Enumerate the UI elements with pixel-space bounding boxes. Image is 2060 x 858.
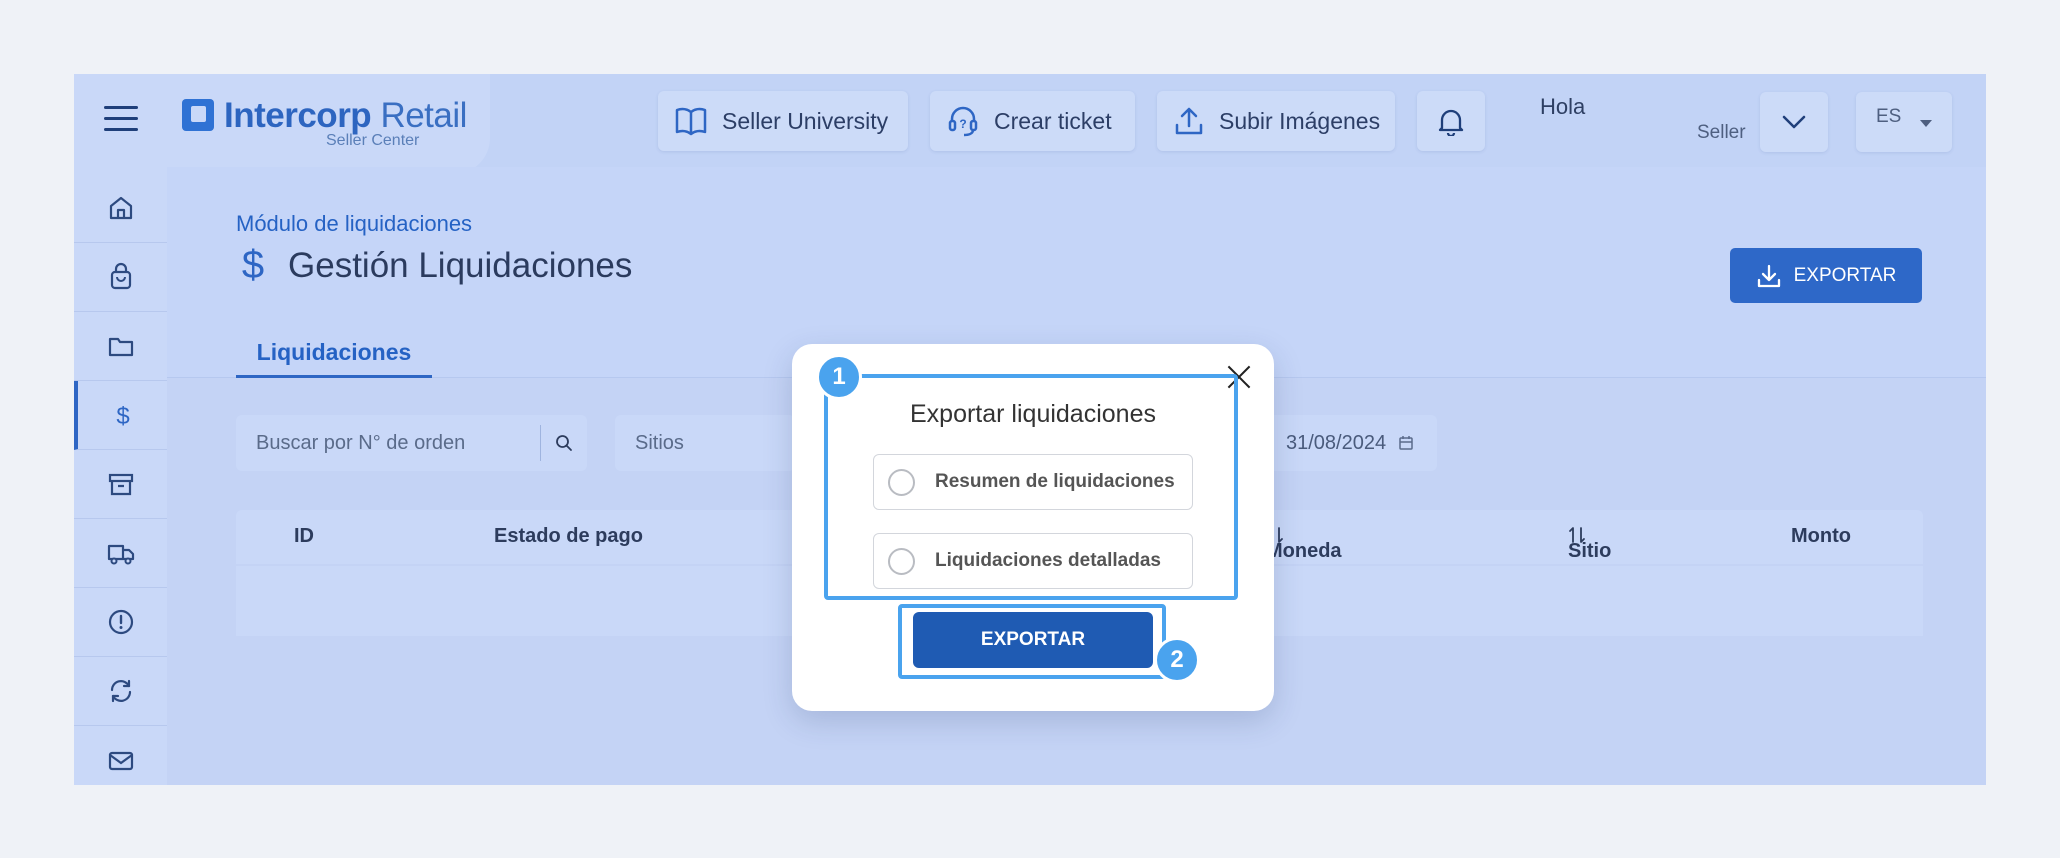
search-placeholder: Buscar por N° de orden: [236, 425, 541, 461]
callout-badge-1: 1: [816, 354, 862, 400]
export-button[interactable]: EXPORTAR: [1730, 248, 1922, 303]
breadcrumb[interactable]: Módulo de liquidaciones: [236, 211, 472, 237]
sidebar-item-files[interactable]: [74, 312, 167, 381]
callout-box-export: [898, 604, 1166, 679]
language-selector[interactable]: ES: [1856, 92, 1952, 152]
page-title-text: Gestión Liquidaciones: [288, 245, 633, 285]
dollar-icon: $: [116, 403, 129, 430]
dollar-icon: $: [241, 243, 265, 287]
brand-name: Intercorp: [224, 96, 372, 135]
sidebar-item-messages[interactable]: [74, 726, 167, 785]
sidebar: $: [74, 174, 167, 785]
column-estado-pago[interactable]: Estado de pago: [494, 525, 643, 548]
page-title: $ Gestión Liquidaciones: [236, 243, 633, 288]
headset-help-icon: ?: [948, 106, 978, 137]
logo-area: Intercorp Retail Seller Center: [74, 74, 490, 174]
shopping-bag-icon: [110, 262, 131, 290]
download-icon: [1757, 264, 1780, 287]
subir-imagenes-label: Subir Imágenes: [1219, 107, 1381, 134]
logo-icon: [182, 99, 214, 131]
search-input[interactable]: Buscar por N° de orden: [236, 415, 587, 471]
truck-icon: [107, 544, 134, 565]
language-value: ES: [1876, 106, 1902, 127]
subir-imagenes-button[interactable]: Subir Imágenes: [1157, 91, 1395, 151]
caret-down-icon: [1920, 120, 1932, 127]
alert-icon: [108, 609, 133, 635]
tab-liquidaciones[interactable]: Liquidaciones: [236, 330, 432, 378]
calendar-icon: [1399, 436, 1413, 450]
sidebar-item-shipping[interactable]: [74, 519, 167, 588]
user-menu-toggle[interactable]: [1760, 92, 1828, 152]
crear-ticket-label: Crear ticket: [994, 107, 1112, 134]
home-icon: [109, 196, 132, 220]
sidebar-item-inventory[interactable]: [74, 450, 167, 519]
sidebar-item-home[interactable]: [74, 174, 167, 243]
callout-box-options: [824, 374, 1238, 600]
sidebar-item-orders[interactable]: [74, 243, 167, 312]
archive-icon: [108, 473, 133, 496]
greeting-text: Hola: [1540, 94, 1586, 119]
sidebar-item-returns[interactable]: [74, 657, 167, 726]
date-range-end[interactable]: 31/08/2024: [1264, 415, 1437, 471]
sitios-select[interactable]: Sitios: [615, 415, 795, 471]
notifications-button[interactable]: [1417, 91, 1485, 151]
column-monto[interactable]: Monto: [1791, 525, 1851, 548]
column-sitio-label: Sitio: [1568, 540, 1612, 562]
column-sitio[interactable]: Sitio: [1568, 525, 1611, 562]
seller-university-label: Seller University: [722, 107, 889, 134]
brand-logo-text: Intercorp Retail: [224, 96, 467, 136]
export-button-label: EXPORTAR: [1793, 264, 1897, 286]
bell-icon: [1438, 109, 1464, 136]
sidebar-item-alerts[interactable]: [74, 588, 167, 657]
search-icon[interactable]: [541, 434, 587, 452]
date-end-value: 31/08/2024: [1286, 431, 1387, 454]
column-id[interactable]: ID: [294, 525, 314, 548]
seller-university-button[interactable]: Seller University: [658, 91, 908, 151]
upload-icon: [1175, 107, 1203, 135]
book-icon: [675, 107, 707, 136]
refresh-icon: [110, 679, 131, 703]
callout-badge-2: 2: [1154, 637, 1200, 683]
hamburger-menu-icon[interactable]: [104, 106, 138, 132]
folder-icon: [108, 337, 133, 357]
chevron-down-icon: [1782, 115, 1806, 129]
crear-ticket-button[interactable]: ? Crear ticket: [930, 91, 1135, 151]
svg-text:$: $: [116, 403, 129, 430]
user-role: Seller: [1697, 122, 1746, 143]
column-moneda-label: Moneda: [1266, 540, 1342, 562]
sidebar-item-liquidaciones[interactable]: $: [74, 381, 167, 450]
svg-text:?: ?: [959, 117, 966, 131]
brand-suffix: Retail: [380, 96, 467, 135]
mail-icon: [108, 751, 133, 770]
brand-subtitle: Seller Center: [326, 132, 420, 149]
